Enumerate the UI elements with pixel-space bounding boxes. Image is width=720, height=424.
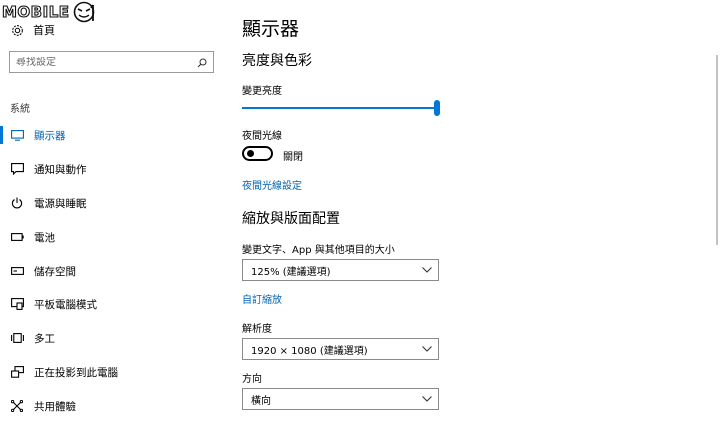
orientation-dropdown-value: 橫向 — [251, 395, 271, 407]
battery-icon — [10, 230, 24, 244]
sidebar-item-multitasking[interactable]: 多工 — [0, 327, 220, 349]
sidebar-item-label: 電源與睡眠 — [34, 197, 87, 210]
resolution-label: 解析度 — [242, 324, 272, 335]
home-link[interactable]: 首頁 — [10, 22, 55, 38]
brightness-label: 變更亮度 — [242, 86, 282, 97]
custom-scaling-link[interactable]: 自訂縮放 — [242, 291, 282, 306]
scale-dropdown[interactable]: 125% (建議選項) — [242, 259, 439, 281]
shared-experiences-icon — [10, 399, 24, 413]
scale-dropdown-value: 125% (建議選項) — [251, 266, 331, 278]
sidebar-item-label: 正在投影到此電腦 — [34, 366, 118, 379]
brightness-slider-thumb[interactable] — [434, 100, 440, 116]
sidebar-item-notifications[interactable]: 通知與動作 — [0, 158, 220, 180]
sidebar-item-projecting[interactable]: 正在投影到此電腦 — [0, 361, 220, 383]
sidebar-item-power-sleep[interactable]: 電源與睡眠 — [0, 192, 220, 214]
chevron-down-icon — [422, 346, 432, 352]
scrollbar[interactable] — [716, 55, 718, 245]
orientation-dropdown[interactable]: 橫向 — [242, 388, 439, 410]
sidebar-item-label: 共用體驗 — [34, 400, 76, 413]
projecting-icon — [10, 365, 24, 379]
search-icon[interactable] — [197, 53, 207, 72]
night-light-toggle[interactable] — [242, 146, 273, 161]
sidebar-item-label: 顯示器 — [34, 129, 66, 142]
multitasking-icon — [10, 331, 24, 345]
resolution-dropdown[interactable]: 1920 × 1080 (建議選項) — [242, 338, 439, 360]
sidebar-item-label: 多工 — [34, 332, 55, 345]
brightness-slider-fill — [242, 107, 434, 109]
toggle-knob — [247, 150, 254, 157]
chevron-down-icon — [422, 396, 432, 402]
brightness-color-heading: 亮度與色彩 — [242, 53, 312, 69]
monitor-icon — [10, 128, 24, 142]
sidebar-item-label: 通知與動作 — [34, 163, 87, 176]
brightness-slider[interactable] — [242, 100, 440, 116]
storage-icon — [10, 264, 24, 278]
sidebar-item-label: 儲存空間 — [34, 265, 76, 278]
night-light-label: 夜間光線 — [242, 131, 282, 142]
sidebar-item-tablet-mode[interactable]: 平板電腦模式 — [0, 293, 220, 315]
display-settings-page: 顯示器 亮度與色彩 變更亮度 夜間光線 關閉 夜間光線設定 縮放與版面配置 變更… — [242, 0, 702, 424]
night-light-state: 關閉 — [283, 152, 303, 163]
orientation-label: 方向 — [242, 374, 262, 385]
scale-layout-heading: 縮放與版面配置 — [242, 211, 340, 227]
sidebar-item-label: 平板電腦模式 — [34, 298, 97, 311]
settings-search-box[interactable] — [9, 51, 214, 73]
search-input[interactable] — [16, 56, 186, 68]
sidebar-item-battery[interactable]: 電池 — [0, 226, 220, 248]
section-label-system: 系統 — [10, 104, 30, 115]
sidebar-item-storage[interactable]: 儲存空間 — [0, 260, 220, 282]
gear-icon — [10, 23, 24, 37]
chevron-down-icon — [422, 267, 432, 273]
scale-label: 變更文字、App 與其他項目的大小 — [242, 245, 395, 256]
settings-sidebar: 首頁 系統 顯示器 通知與動作 電源與睡眠 電池 儲存空 — [0, 0, 220, 424]
notification-icon — [10, 162, 24, 176]
sidebar-item-label: 電池 — [34, 231, 55, 244]
night-light-settings-link[interactable]: 夜間光線設定 — [242, 177, 302, 192]
sidebar-item-shared-experiences[interactable]: 共用體驗 — [0, 395, 220, 417]
power-icon — [10, 196, 24, 210]
home-label: 首頁 — [33, 24, 55, 37]
sidebar-item-display[interactable]: 顯示器 — [0, 124, 220, 146]
resolution-dropdown-value: 1920 × 1080 (建議選項) — [251, 345, 368, 357]
tablet-mode-icon — [10, 297, 24, 311]
page-title: 顯示器 — [242, 18, 300, 40]
